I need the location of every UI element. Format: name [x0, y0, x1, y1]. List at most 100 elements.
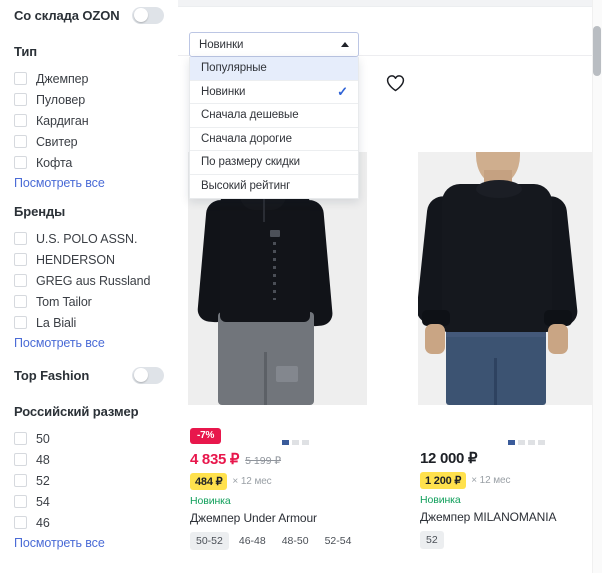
sort-option-label: Сначала дорогие [201, 132, 292, 145]
sort-dropdown-button[interactable]: Новинки [189, 32, 359, 57]
sort-option-label: Сначала дешевые [201, 109, 299, 122]
checkbox-label: GREG aus Russland [36, 273, 151, 288]
checkbox-label: Пуловер [36, 92, 86, 107]
checkbox-row[interactable]: Tom Tailor [14, 291, 164, 312]
sort-option-label: Популярные [201, 62, 267, 75]
product-card[interactable] [418, 152, 597, 405]
check-icon: ✓ [337, 84, 348, 100]
size-chip[interactable]: 52 [420, 531, 444, 549]
checkbox-row[interactable]: 50 [14, 428, 164, 449]
sort-option-popular[interactable]: Популярные [190, 57, 358, 81]
checkbox-icon[interactable] [14, 453, 27, 466]
product-name[interactable]: Джемпер Under Armour [190, 511, 390, 525]
installment-note: × 12 мес [471, 475, 511, 486]
garment-body [442, 184, 552, 332]
sort-option-by-discount[interactable]: По размеру скидки [190, 151, 358, 175]
see-all-sizes-link[interactable]: Посмотреть все [14, 536, 164, 550]
filter-ozon-warehouse-label: Со склада OZON [14, 7, 120, 23]
shorts-logo [276, 366, 298, 382]
checkbox-icon[interactable] [14, 253, 27, 266]
checkbox-label: 48 [36, 452, 50, 467]
checkbox-label: Джемпер [36, 71, 89, 86]
size-options: 52 [420, 531, 602, 549]
checkbox-icon[interactable] [14, 114, 27, 127]
checkbox-row[interactable]: 46 [14, 512, 164, 533]
filter-group-size-options: 50 48 52 54 46 [14, 428, 164, 533]
model-hand-right [548, 324, 568, 354]
heart-outline-icon[interactable] [386, 74, 405, 92]
discount-badge: -7% [190, 427, 222, 444]
filter-top-fashion[interactable]: Top Fashion [14, 360, 164, 390]
installment-badge: 484 ₽ [190, 472, 228, 490]
size-chip[interactable]: 52-54 [319, 532, 358, 550]
sort-option-new[interactable]: Новинки ✓ [190, 80, 358, 104]
checkbox-row[interactable]: U.S. POLO ASSN. [14, 228, 164, 249]
checkbox-row[interactable]: Джемпер [14, 68, 164, 89]
filters-sidebar: Со склада OZON Тип Джемпер Пуловер Карди… [0, 0, 178, 573]
checkbox-row[interactable]: HENDERSON [14, 249, 164, 270]
ozon-warehouse-toggle[interactable] [132, 6, 164, 24]
sort-option-expensive-first[interactable]: Сначала дорогие [190, 127, 358, 151]
checkbox-row[interactable]: Кардиган [14, 110, 164, 131]
checkbox-label: HENDERSON [36, 252, 115, 267]
filter-ozon-warehouse[interactable]: Со склада OZON [14, 0, 164, 30]
checkbox-row[interactable]: 48 [14, 449, 164, 470]
filter-group-type-options: Джемпер Пуловер Кардиган Свитер Кофта [14, 68, 164, 173]
checkbox-row[interactable]: GREG aus Russland [14, 270, 164, 291]
checkbox-label: U.S. POLO ASSN. [36, 231, 138, 246]
checkbox-icon[interactable] [14, 495, 27, 508]
checkbox-icon[interactable] [14, 295, 27, 308]
model-shorts-seam [264, 352, 267, 405]
checkbox-row[interactable]: 52 [14, 470, 164, 491]
checkbox-row[interactable]: Пуловер [14, 89, 164, 110]
installment-row: 1 200 ₽ × 12 мес [420, 472, 602, 489]
checkbox-label: 54 [36, 494, 50, 509]
filter-top-fashion-label: Top Fashion [14, 367, 90, 383]
page-scrollbar-thumb[interactable] [593, 26, 601, 76]
sort-dropdown[interactable]: Новинки Популярные Новинки ✓ Сначала деш… [189, 32, 359, 199]
product-image[interactable] [418, 152, 597, 405]
toggle-knob [133, 8, 148, 22]
checkbox-icon[interactable] [14, 432, 27, 445]
checkbox-row[interactable]: Свитер [14, 131, 164, 152]
see-all-types-link[interactable]: Посмотреть все [14, 176, 164, 190]
filter-group-type-heading: Тип [14, 44, 37, 59]
filter-group-next-heading-clipped [14, 564, 164, 571]
checkbox-row[interactable]: Кофта [14, 152, 164, 173]
size-options: 50-52 46-48 48-50 52-54 [190, 531, 390, 550]
checkbox-label: La Biali [36, 315, 77, 330]
checkbox-icon[interactable] [14, 93, 27, 106]
page-scrollbar-track[interactable] [592, 0, 602, 573]
product-info: 12 000 ₽ 1 200 ₽ × 12 мес Новинка Джемпе… [420, 443, 602, 549]
checkbox-row[interactable]: La Biali [14, 312, 164, 333]
checkbox-icon[interactable] [14, 516, 27, 529]
checkbox-icon[interactable] [14, 474, 27, 487]
sort-dropdown-menu[interactable]: Популярные Новинки ✓ Сначала дешевые Сна… [189, 57, 359, 199]
brand-logo-icon [270, 230, 280, 237]
size-chip[interactable]: 50-52 [190, 531, 229, 550]
checkbox-icon[interactable] [14, 72, 27, 85]
model-hand-left [425, 324, 445, 354]
sort-option-cheapest-first[interactable]: Сначала дешевые [190, 104, 358, 128]
model-jeans-seam [494, 358, 497, 405]
price-row: 4 835 ₽ 5 199 ₽ [190, 450, 390, 468]
checkbox-icon[interactable] [14, 232, 27, 245]
see-all-brands-link[interactable]: Посмотреть все [14, 336, 164, 350]
top-fashion-toggle[interactable] [132, 366, 164, 384]
size-chip[interactable]: 46-48 [233, 532, 272, 550]
caret-up-icon [341, 42, 349, 47]
checkbox-icon[interactable] [14, 156, 27, 169]
checkbox-label: 50 [36, 431, 50, 446]
checkbox-label: Кардиган [36, 113, 89, 128]
checkbox-icon[interactable] [14, 316, 27, 329]
toggle-knob [133, 368, 148, 382]
checkbox-row[interactable]: 54 [14, 491, 164, 512]
checkbox-icon[interactable] [14, 274, 27, 287]
sort-option-high-rating[interactable]: Высокий рейтинг [190, 174, 358, 198]
checkbox-label: Кофта [36, 155, 73, 170]
checkbox-label: Tom Tailor [36, 294, 92, 309]
checkbox-icon[interactable] [14, 135, 27, 148]
size-chip[interactable]: 48-50 [276, 532, 315, 550]
checkbox-label: 52 [36, 473, 50, 488]
product-name[interactable]: Джемпер MILANOMANIA [420, 510, 602, 524]
